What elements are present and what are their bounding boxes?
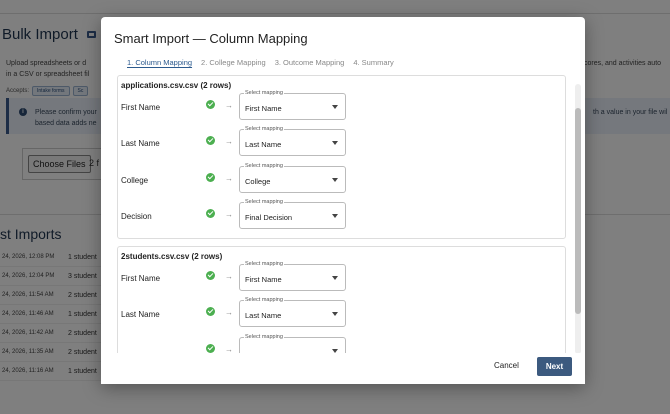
check-icon (206, 344, 215, 353)
scrollbar-thumb[interactable] (575, 108, 581, 314)
column-name: College (121, 176, 149, 185)
next-button[interactable]: Next (537, 357, 572, 376)
mapping-row: Last Name → Select mapping Last Name (118, 126, 567, 159)
column-name: Last Name (121, 139, 160, 148)
select-label: Select mapping (244, 261, 284, 267)
smart-import-modal: Smart Import — Column Mapping 1. Column … (101, 17, 585, 384)
mapping-select[interactable]: Select mapping Last Name (239, 126, 346, 156)
cancel-button[interactable]: Cancel (494, 361, 519, 370)
chevron-down-icon (332, 141, 338, 145)
scrollbar[interactable] (575, 84, 581, 354)
chevron-down-icon (332, 312, 338, 316)
check-icon (206, 271, 215, 280)
select-value: First Name (245, 275, 282, 284)
chevron-down-icon (332, 105, 338, 109)
select-label: Select mapping (244, 126, 284, 132)
mapping-select[interactable]: Select mapping First Name (239, 261, 346, 291)
check-icon (206, 307, 215, 316)
select-label: Select mapping (244, 199, 284, 205)
select-value: Final Decision (245, 213, 293, 222)
arrow-right-icon: → (225, 210, 233, 219)
column-name: Last Name (121, 310, 160, 319)
check-icon (206, 100, 215, 109)
mapping-select[interactable]: Select mapping First Name (239, 90, 346, 120)
file-name: applications.csv.csv (2 rows) (121, 81, 232, 90)
arrow-right-icon: → (225, 272, 233, 281)
step-summary[interactable]: 4. Summary (353, 58, 393, 67)
mapping-select[interactable]: Select mapping Final Decision (239, 199, 346, 229)
modal-title: Smart Import — Column Mapping (114, 31, 308, 46)
file-name: 2students.csv.csv (2 rows) (121, 252, 223, 261)
mapping-row: First Name → Select mapping First Name (118, 261, 567, 294)
select-label: Select mapping (244, 90, 284, 96)
mapping-select[interactable]: Select mapping College (239, 163, 346, 193)
mapping-row: Last Name → Select mapping Last Name (118, 297, 567, 330)
mapping-scroll-area[interactable]: applications.csv.csv (2 rows) First Name… (113, 74, 585, 367)
modal-footer: Cancel Next (101, 353, 585, 384)
column-name: First Name (121, 274, 161, 283)
column-name: Decision (121, 212, 152, 221)
column-name: First Name (121, 103, 161, 112)
select-value: Last Name (245, 140, 282, 149)
select-value: Last Name (245, 311, 282, 320)
select-label: Select mapping (244, 334, 284, 340)
select-label: Select mapping (244, 163, 284, 169)
arrow-right-icon: → (225, 174, 233, 183)
arrow-right-icon: → (225, 308, 233, 317)
chevron-down-icon (332, 214, 338, 218)
check-icon (206, 173, 215, 182)
mapping-row: College → Select mapping College (118, 163, 567, 196)
chevron-down-icon (332, 178, 338, 182)
step-outcome-mapping[interactable]: 3. Outcome Mapping (275, 58, 345, 67)
step-tabs: 1. Column Mapping 2. College Mapping 3. … (127, 58, 394, 67)
mapping-row: Decision → Select mapping Final Decision (118, 199, 567, 232)
arrow-right-icon: → (225, 137, 233, 146)
select-value: College (245, 177, 271, 186)
arrow-right-icon: → (225, 101, 233, 110)
select-value: First Name (245, 104, 282, 113)
check-icon (206, 136, 215, 145)
step-column-mapping[interactable]: 1. Column Mapping (127, 58, 192, 67)
select-label: Select mapping (244, 297, 284, 303)
check-icon (206, 209, 215, 218)
step-college-mapping[interactable]: 2. College Mapping (201, 58, 266, 67)
file-card: applications.csv.csv (2 rows) First Name… (117, 75, 566, 239)
chevron-down-icon (332, 276, 338, 280)
mapping-select[interactable]: Select mapping Last Name (239, 297, 346, 327)
mapping-row: First Name → Select mapping First Name (118, 90, 567, 123)
file-card: 2students.csv.csv (2 rows) First Name → … (117, 246, 566, 367)
